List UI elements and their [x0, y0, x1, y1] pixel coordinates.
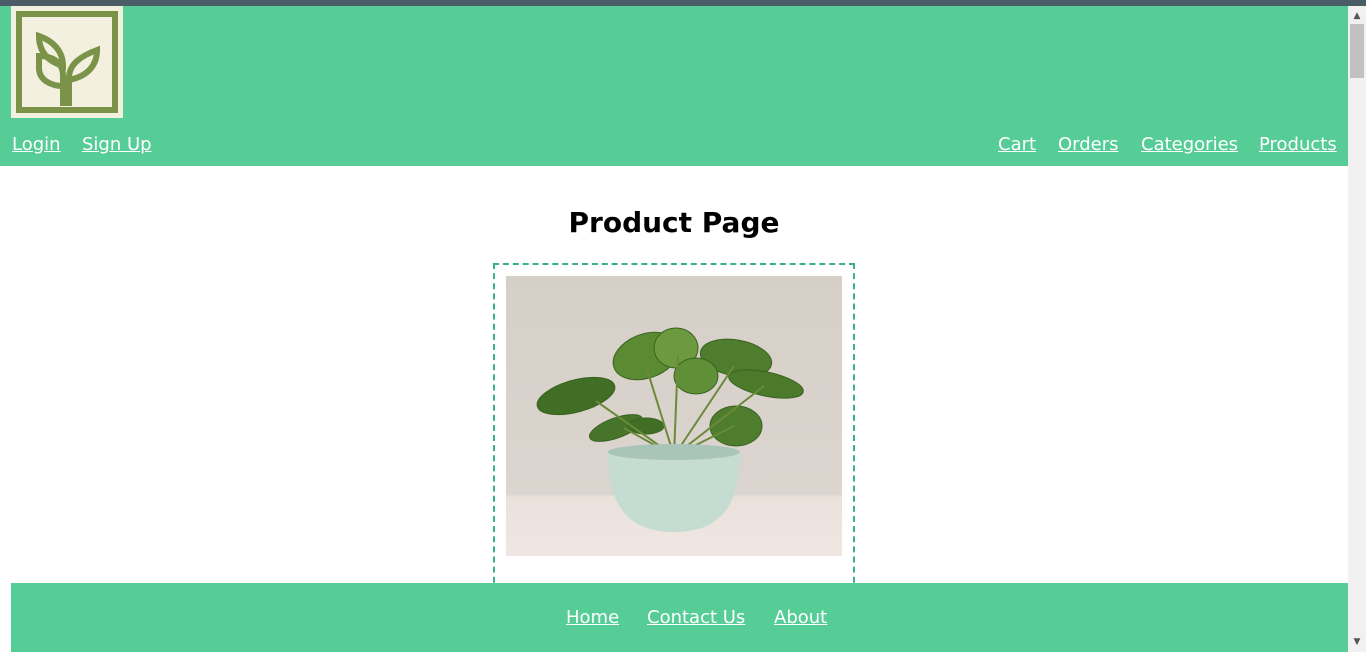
vertical-scrollbar[interactable]: ▲ ▼: [1348, 6, 1366, 652]
signup-link[interactable]: Sign Up: [82, 134, 152, 155]
page-viewport: Login Sign Up Cart Orders Categories Pro…: [0, 6, 1348, 652]
site-logo[interactable]: [11, 6, 123, 118]
cart-link[interactable]: Cart: [998, 134, 1036, 155]
footer-about-link[interactable]: About: [774, 607, 827, 628]
login-link[interactable]: Login: [12, 134, 61, 155]
plant-image-icon: [536, 327, 804, 532]
footer-home-link[interactable]: Home: [566, 607, 619, 628]
products-link[interactable]: Products: [1259, 134, 1337, 155]
scroll-up-icon[interactable]: ▲: [1348, 8, 1366, 24]
plant-logo-icon: [16, 11, 118, 113]
page-title: Product Page: [568, 206, 780, 239]
categories-link[interactable]: Categories: [1141, 134, 1238, 155]
orders-link[interactable]: Orders: [1058, 134, 1119, 155]
scroll-thumb[interactable]: [1350, 24, 1364, 78]
site-footer: Home Contact Us About: [11, 583, 1348, 652]
product-card[interactable]: [493, 263, 855, 603]
footer-contact-link[interactable]: Contact Us: [647, 607, 745, 628]
site-header: Login Sign Up Cart Orders Categories Pro…: [0, 6, 1348, 166]
scroll-down-icon[interactable]: ▼: [1348, 634, 1366, 650]
product-image[interactable]: [506, 276, 842, 556]
